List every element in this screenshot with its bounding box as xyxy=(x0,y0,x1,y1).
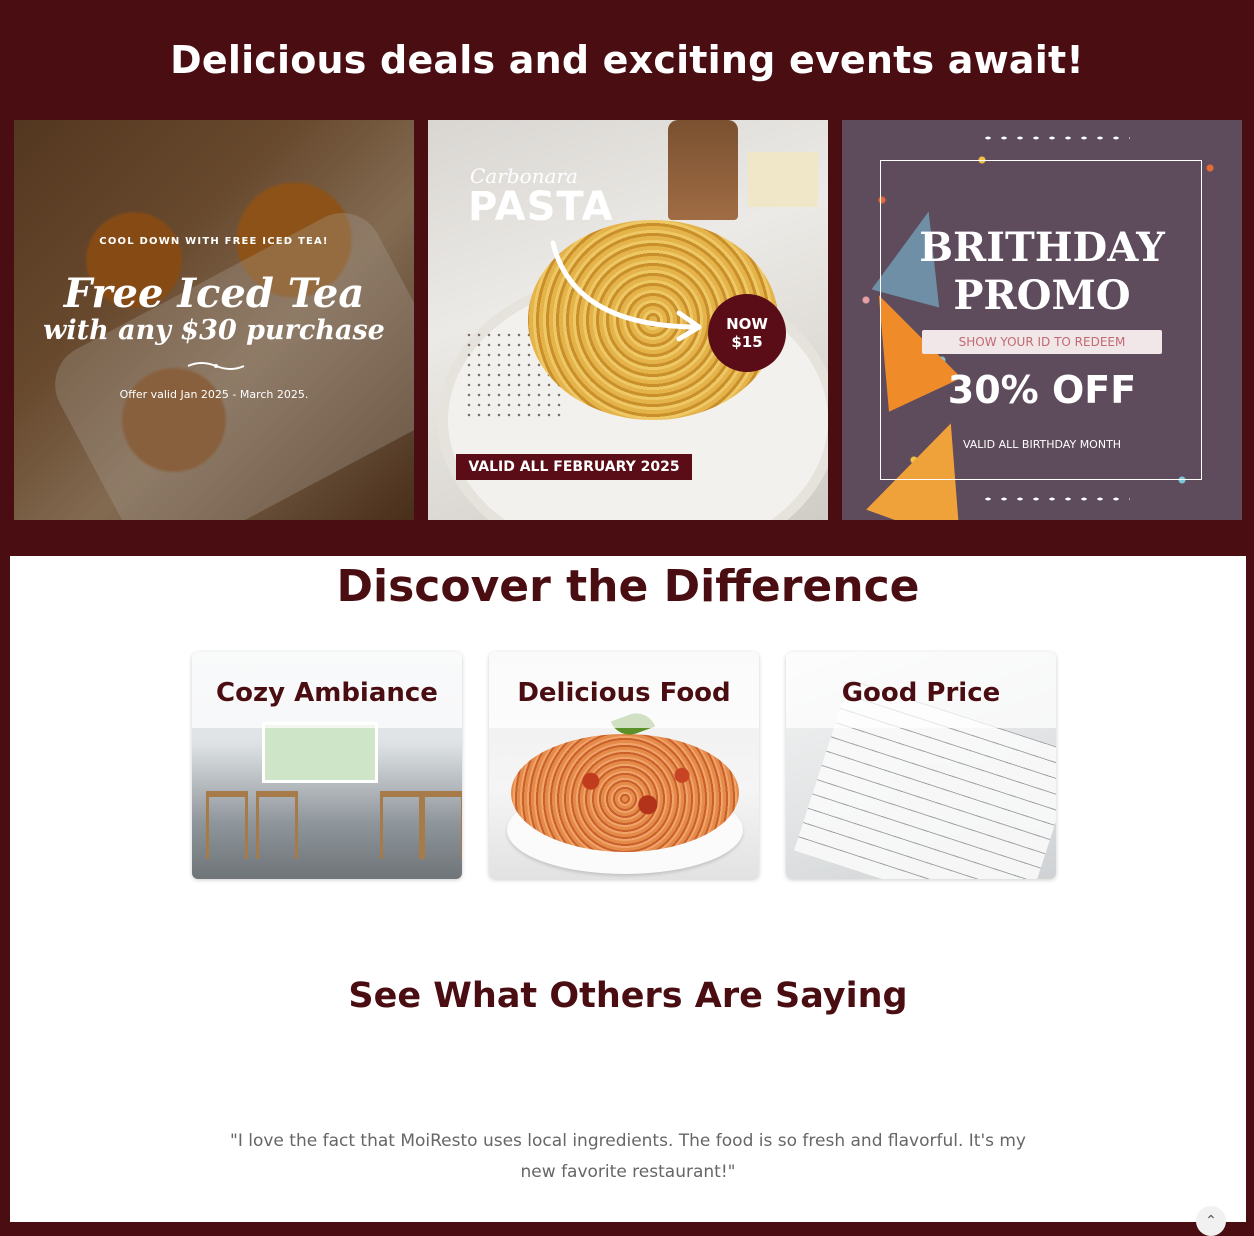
curved-arrow-icon xyxy=(550,240,702,342)
dot-row-top xyxy=(980,134,1130,142)
price-badge-amount: $15 xyxy=(731,333,763,351)
birthday-title-line2: PROMO xyxy=(953,272,1131,319)
spaghetti-graphic xyxy=(511,734,739,852)
price-badge: NOW $15 xyxy=(708,294,786,372)
feature-card-label: Good Price xyxy=(841,678,1001,708)
iced-tea-subtitle: with any $30 purchase xyxy=(43,315,385,346)
promo-birthday[interactable]: BRITHDAY PROMO SHOW YOUR ID TO REDEEM 30… xyxy=(842,120,1242,520)
chair-graphic xyxy=(422,791,462,859)
pepper-mill-graphic xyxy=(668,120,738,220)
promo-frame-border xyxy=(880,160,1202,480)
birthday-redeem-note: SHOW YOUR ID TO REDEEM xyxy=(922,330,1162,354)
promo-banners: COOL DOWN WITH FREE ICED TEA! Free Iced … xyxy=(14,120,1242,520)
scroll-top-button[interactable]: ⌃ xyxy=(1196,1206,1226,1236)
cheese-graphic xyxy=(748,152,818,207)
birthday-discount: 30% OFF xyxy=(947,368,1137,412)
promo-header: Delicious deals and exciting events awai… xyxy=(0,0,1254,120)
feature-card-price[interactable]: Good Price xyxy=(786,652,1056,879)
birthday-title: BRITHDAY PROMO xyxy=(902,224,1182,320)
iced-tea-tagline: COOL DOWN WITH FREE ICED TEA! xyxy=(99,236,329,247)
difference-heading: Discover the Difference xyxy=(336,561,920,612)
pasta-validity: VALID ALL FEBRUARY 2025 xyxy=(456,454,692,480)
chevron-up-icon: ⌃ xyxy=(1205,1213,1217,1229)
promo-heading: Delicious deals and exciting events awai… xyxy=(170,38,1084,82)
feature-cards: Cozy Ambiance Delicious Food Good Price xyxy=(192,652,1056,880)
feature-card-food[interactable]: Delicious Food xyxy=(489,652,759,879)
window-graphic xyxy=(262,722,378,783)
iced-tea-validity: Offer valid Jan 2025 - March 2025. xyxy=(119,388,309,401)
birthday-title-line1: BRITHDAY xyxy=(919,224,1165,271)
birthday-validity: VALID ALL BIRTHDAY MONTH xyxy=(962,438,1122,451)
pasta-title: PASTA xyxy=(468,184,614,230)
chair-graphic xyxy=(256,791,298,859)
promo-iced-tea[interactable]: COOL DOWN WITH FREE ICED TEA! Free Iced … xyxy=(14,120,414,520)
price-badge-now: NOW xyxy=(726,315,768,333)
flourish-icon xyxy=(187,362,245,370)
content-section: Discover the Difference Cozy Ambiance De… xyxy=(10,556,1246,1236)
feature-card-label: Delicious Food xyxy=(517,678,731,708)
promo-carbonara-pasta[interactable]: Carbonara PASTA NOW $15 VALID ALL FEBRUA… xyxy=(428,120,828,520)
chair-graphic xyxy=(206,791,248,859)
testimonial-quote: "I love the fact that MoiResto uses loca… xyxy=(230,1131,1026,1182)
dot-row-bottom xyxy=(980,495,1130,503)
feature-card-label: Cozy Ambiance xyxy=(216,678,438,708)
iced-tea-title: Free Iced Tea xyxy=(63,270,365,317)
testimonials-heading: See What Others Are Saying xyxy=(348,976,908,1016)
chair-graphic xyxy=(380,791,422,859)
page-frame: Delicious deals and exciting events awai… xyxy=(0,0,1254,1236)
feature-card-ambiance[interactable]: Cozy Ambiance xyxy=(192,652,462,879)
